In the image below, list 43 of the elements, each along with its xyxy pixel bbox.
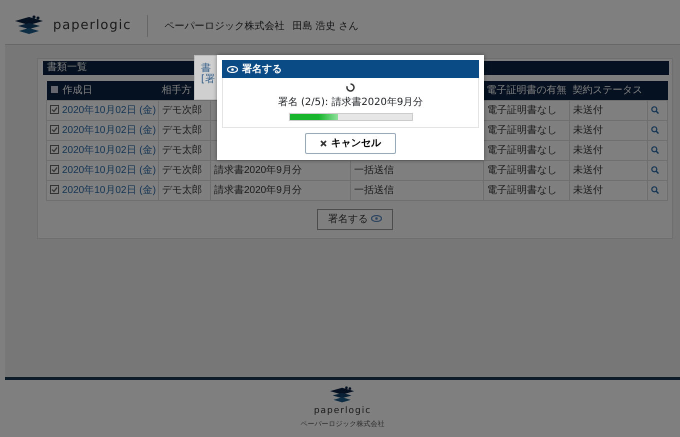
eye-icon <box>371 215 382 222</box>
table-cell: 電子証明書なし <box>484 100 570 120</box>
table-cell: 電子証明書なし <box>484 160 570 180</box>
sign-button[interactable]: 署名する <box>316 208 394 230</box>
table-cell: 請求書2020年9月分 <box>210 160 350 180</box>
status-cell: 未送付 <box>570 160 648 180</box>
table-cell: 電子証明書なし <box>484 120 570 140</box>
table-cell: デモ太郎 <box>158 180 210 200</box>
zoom-icon[interactable] <box>651 186 659 194</box>
zoom-icon[interactable] <box>651 146 659 154</box>
status-cell: 未送付 <box>570 140 648 160</box>
column-header[interactable]: 作成日 <box>46 81 158 100</box>
table-cell: デモ太郎 <box>158 140 210 160</box>
checkbox-icon[interactable] <box>50 84 58 94</box>
spinner-icon <box>346 83 355 92</box>
column-header[interactable]: 契約ステータス <box>570 81 648 100</box>
close-icon <box>320 140 327 147</box>
table-cell: 一括送信 <box>350 160 484 180</box>
dialog-text: 書 <box>201 63 211 74</box>
eye-icon <box>227 66 238 72</box>
table-cell: デモ次郎 <box>158 160 210 180</box>
table-cell: 請求書2020年9月分 <box>210 180 350 200</box>
table-cell: デモ太郎 <box>158 120 210 140</box>
dialog-title: 署名する <box>242 62 282 76</box>
logo-icon <box>330 386 356 405</box>
logo-icon <box>15 15 45 37</box>
status-cell: 未送付 <box>570 120 648 140</box>
table-cell: 一括送信 <box>350 180 484 200</box>
status-cell: 未送付 <box>570 100 648 120</box>
zoom-icon[interactable] <box>651 166 659 174</box>
brand-name: paperlogic <box>53 17 132 36</box>
status-cell: 未送付 <box>570 180 648 200</box>
cancel-button[interactable]: キャンセル <box>305 133 396 154</box>
table-cell: 電子証明書なし <box>484 140 570 160</box>
table-cell: 電子証明書なし <box>484 180 570 200</box>
progress-message: 署名 (2/5): 請求書2020年9月分 <box>278 96 424 110</box>
zoom-icon[interactable] <box>651 126 659 134</box>
column-header[interactable]: 電子証明書の有無 <box>484 81 570 100</box>
zoom-icon[interactable] <box>651 106 659 114</box>
footer-brand: paperlogic <box>314 405 372 418</box>
company-name: ペーパーロジック株式会社 <box>164 20 284 34</box>
table-cell: デモ次郎 <box>158 100 210 120</box>
user-name: 田島 浩史 さん <box>292 20 359 34</box>
